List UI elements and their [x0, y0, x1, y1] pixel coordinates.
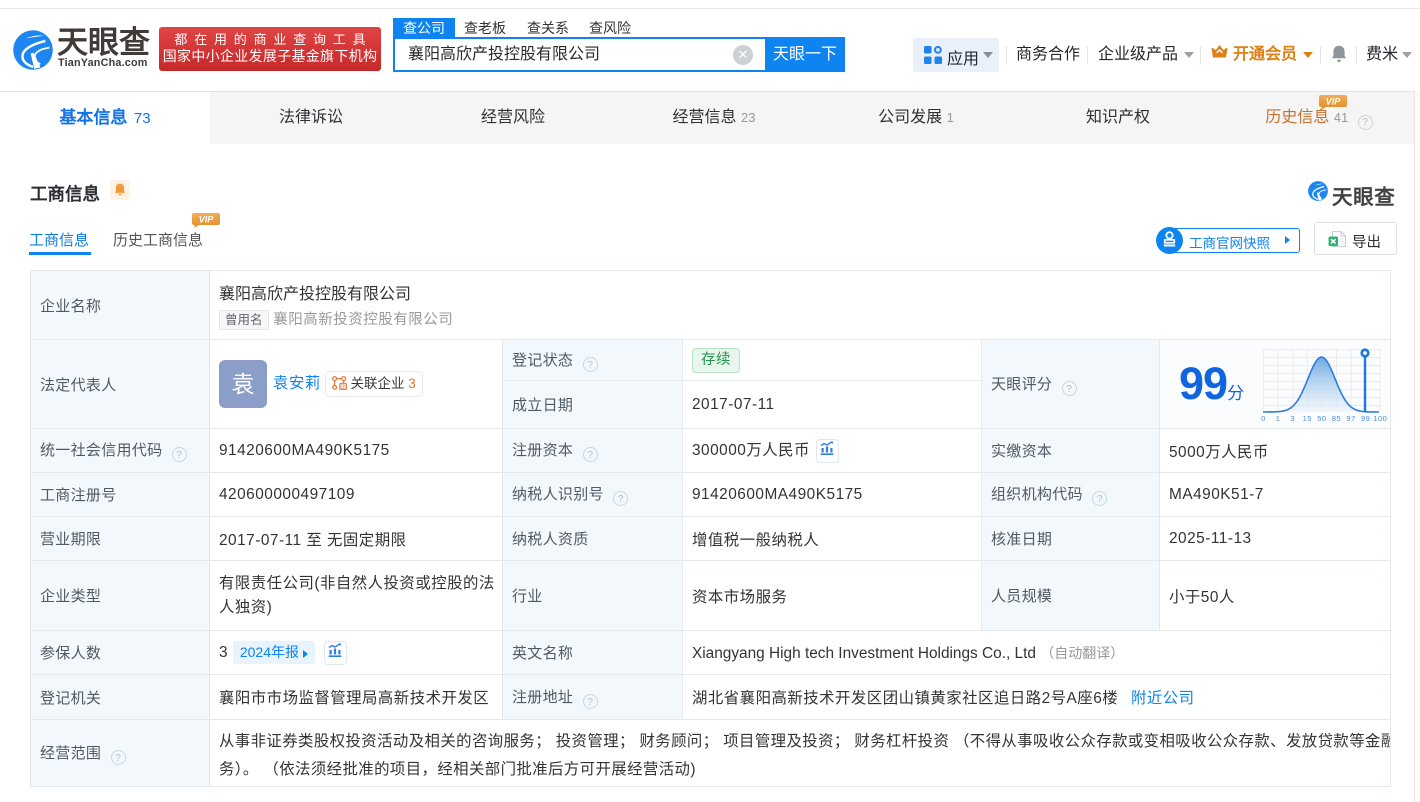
svg-text:VIP: VIP: [199, 215, 215, 225]
svg-text:85: 85: [1332, 414, 1341, 423]
svg-text:3: 3: [1290, 414, 1295, 423]
svg-text:0: 0: [1261, 414, 1266, 423]
svg-text:15: 15: [1303, 414, 1312, 423]
svg-text:99: 99: [1361, 414, 1370, 423]
svg-text:97: 97: [1346, 414, 1355, 423]
svg-text:100: 100: [1373, 414, 1387, 423]
svg-text:1: 1: [1276, 414, 1281, 423]
svg-text:VIP: VIP: [1326, 97, 1342, 107]
svg-text:50: 50: [1317, 414, 1326, 423]
svg-text:企: 企: [340, 383, 346, 390]
